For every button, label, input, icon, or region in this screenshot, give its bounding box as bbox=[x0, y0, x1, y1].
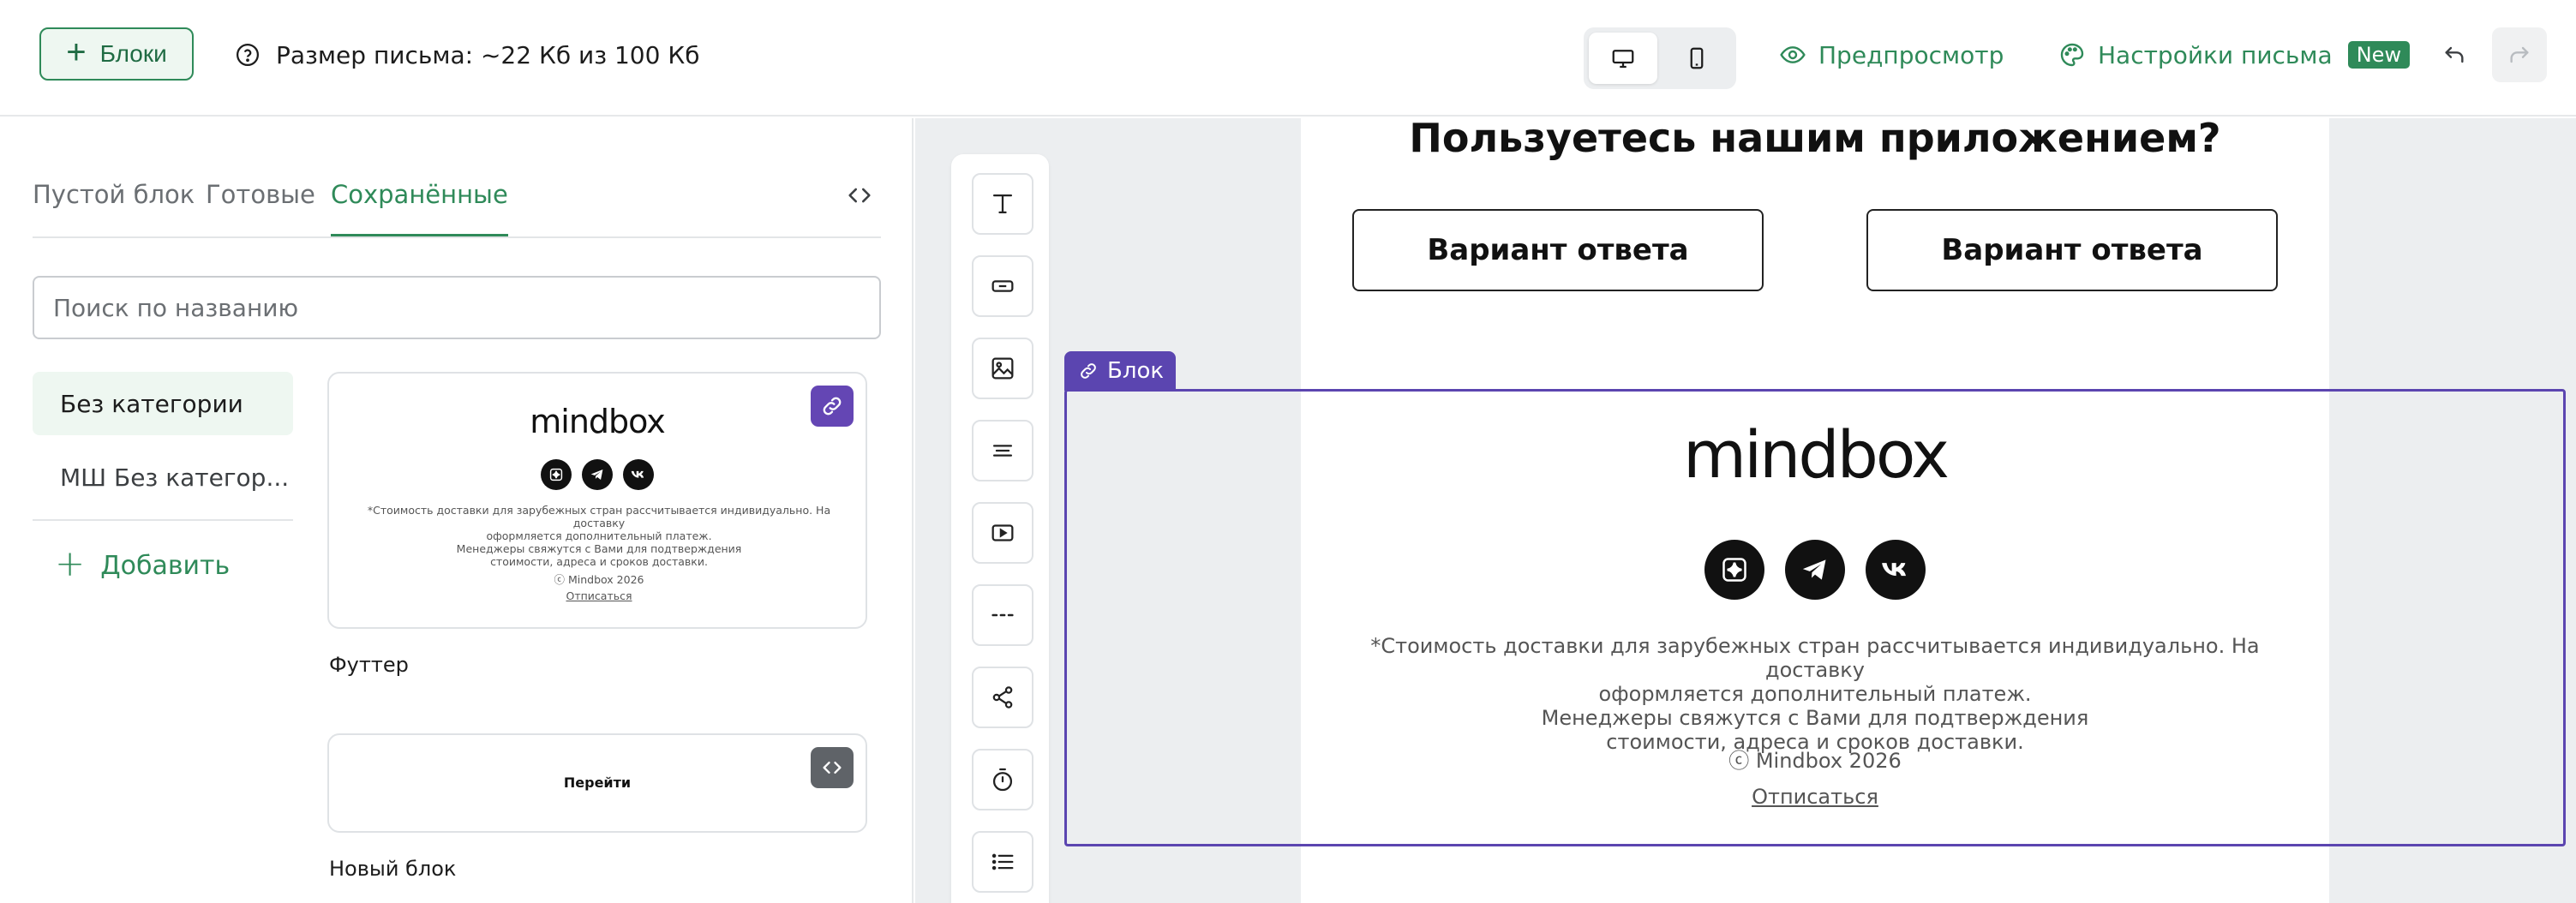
add-category-button[interactable]: + Добавить bbox=[33, 540, 293, 591]
link-icon bbox=[1081, 363, 1096, 379]
mini-social-icons bbox=[329, 459, 866, 490]
vk-icon bbox=[623, 459, 654, 490]
divider-icon bbox=[991, 613, 1014, 617]
email-settings-link[interactable]: Настройки письма New bbox=[2058, 38, 2411, 72]
plus-icon: + bbox=[66, 33, 87, 71]
palette-icon bbox=[2060, 43, 2084, 67]
image-icon bbox=[991, 357, 1014, 380]
desktop-icon bbox=[1612, 50, 1634, 69]
mini-copyright: ⓒ Mindbox 2026 bbox=[554, 573, 644, 586]
saved-block-card-footer[interactable]: mindbox *Стоимость доставки для зарубежн… bbox=[327, 372, 867, 629]
mini-go-button: Перейти bbox=[563, 774, 632, 791]
selected-block-frame[interactable] bbox=[1064, 389, 2566, 846]
tool-list[interactable] bbox=[972, 831, 1033, 893]
code-block-badge[interactable] bbox=[811, 747, 854, 788]
preview-label: Предпросмотр bbox=[1818, 40, 2004, 69]
email-size-text: Размер письма: ~22 Кб из 100 Кб bbox=[276, 40, 700, 69]
email-size-info: Размер письма: ~22 Кб из 100 Кб bbox=[235, 38, 699, 72]
answer-option-1[interactable]: Вариант ответа bbox=[1352, 209, 1764, 291]
preview-link[interactable]: Предпросмотр bbox=[1779, 38, 2004, 72]
search-input[interactable] bbox=[33, 276, 881, 339]
tool-image[interactable] bbox=[972, 338, 1033, 399]
code-icon bbox=[823, 762, 842, 774]
category-list: Без категории МШ Без категор... + Добави… bbox=[33, 372, 293, 591]
code-icon bbox=[848, 188, 871, 203]
tool-divider[interactable] bbox=[972, 584, 1033, 646]
list-icon bbox=[991, 853, 1014, 870]
category-divider bbox=[33, 519, 293, 521]
tool-timer[interactable] bbox=[972, 749, 1033, 810]
tool-button[interactable] bbox=[972, 255, 1033, 317]
text-block-icon bbox=[992, 445, 1013, 457]
selected-block-tag[interactable]: Блок bbox=[1064, 351, 1176, 391]
button-icon bbox=[991, 280, 1014, 292]
saved-block-card-new[interactable]: Перейти bbox=[327, 733, 867, 833]
eye-icon bbox=[1780, 46, 1806, 63]
tool-text[interactable] bbox=[972, 173, 1033, 235]
link-icon bbox=[823, 397, 842, 416]
help-circle-icon[interactable] bbox=[235, 42, 261, 68]
mini-footer-text: *Стоимость доставки для зарубежных стран… bbox=[363, 504, 835, 602]
selected-block-label: Блок bbox=[1107, 358, 1165, 384]
desktop-view-toggle[interactable] bbox=[1589, 33, 1657, 84]
category-item-msh[interactable]: МШ Без категор... bbox=[33, 446, 293, 509]
add-category-label: Добавить bbox=[100, 550, 231, 581]
block-toolbar bbox=[951, 154, 1049, 903]
telegram-icon bbox=[582, 459, 613, 490]
mini-text-line: *Стоимость доставки для зарубежных стран… bbox=[367, 504, 831, 529]
tab-saved[interactable]: Сохранённые bbox=[331, 180, 508, 236]
email-canvas: Пользуетесь нашим приложением? Вариант о… bbox=[915, 118, 2576, 903]
timer-icon bbox=[992, 768, 1013, 792]
blocks-tabs: Пустой блок Готовые Сохранённые bbox=[33, 170, 881, 238]
video-icon bbox=[991, 524, 1014, 541]
new-badge: New bbox=[2347, 41, 2411, 69]
blocks-button-label: Блоки bbox=[99, 40, 167, 67]
redo-icon bbox=[2510, 46, 2529, 63]
social-icon bbox=[992, 686, 1013, 709]
blocks-button[interactable]: + Блоки bbox=[39, 27, 194, 81]
tool-social[interactable] bbox=[972, 667, 1033, 728]
card-label-footer: Футтер bbox=[329, 653, 409, 677]
category-item-uncategorized[interactable]: Без категории bbox=[33, 372, 293, 435]
mini-logo: mindbox bbox=[530, 403, 665, 440]
plus-icon: + bbox=[55, 542, 86, 584]
top-bar: + Блоки Размер письма: ~22 Кб из 100 Кб … bbox=[0, 0, 2576, 117]
linked-block-badge[interactable] bbox=[811, 386, 854, 427]
mobile-view-toggle[interactable] bbox=[1662, 33, 1731, 84]
tool-text-block[interactable] bbox=[972, 420, 1033, 481]
email-settings-label: Настройки письма bbox=[2098, 40, 2333, 69]
tool-video[interactable] bbox=[972, 502, 1033, 564]
answer-option-2[interactable]: Вариант ответа bbox=[1866, 209, 2278, 291]
blocks-panel: Пустой блок Готовые Сохранённые Без кате… bbox=[0, 118, 914, 903]
mobile-icon bbox=[1690, 47, 1704, 69]
card-label-new: Новый блок bbox=[329, 857, 457, 881]
survey-question[interactable]: Пользуетесь нашим приложением? bbox=[1301, 118, 2329, 158]
tab-ready[interactable]: Готовые bbox=[206, 180, 315, 236]
code-view-toggle[interactable] bbox=[838, 176, 881, 214]
redo-button[interactable] bbox=[2492, 27, 2547, 82]
device-switch bbox=[1584, 27, 1736, 89]
mini-text-line: Менеджеры свяжутся с Вами для подтвержде… bbox=[456, 542, 742, 555]
undo-button[interactable] bbox=[2434, 34, 2475, 75]
tab-empty-block[interactable]: Пустой блок bbox=[33, 180, 195, 236]
undo-icon bbox=[2445, 46, 2464, 63]
sparkle-icon bbox=[541, 459, 572, 490]
mini-text-line: оформляется дополнительный платеж. bbox=[486, 529, 712, 542]
text-icon bbox=[992, 194, 1013, 214]
mini-text-line: стоимости, адреса и сроков доставки. bbox=[490, 555, 708, 568]
mini-unsubscribe: Отписаться bbox=[566, 589, 632, 602]
